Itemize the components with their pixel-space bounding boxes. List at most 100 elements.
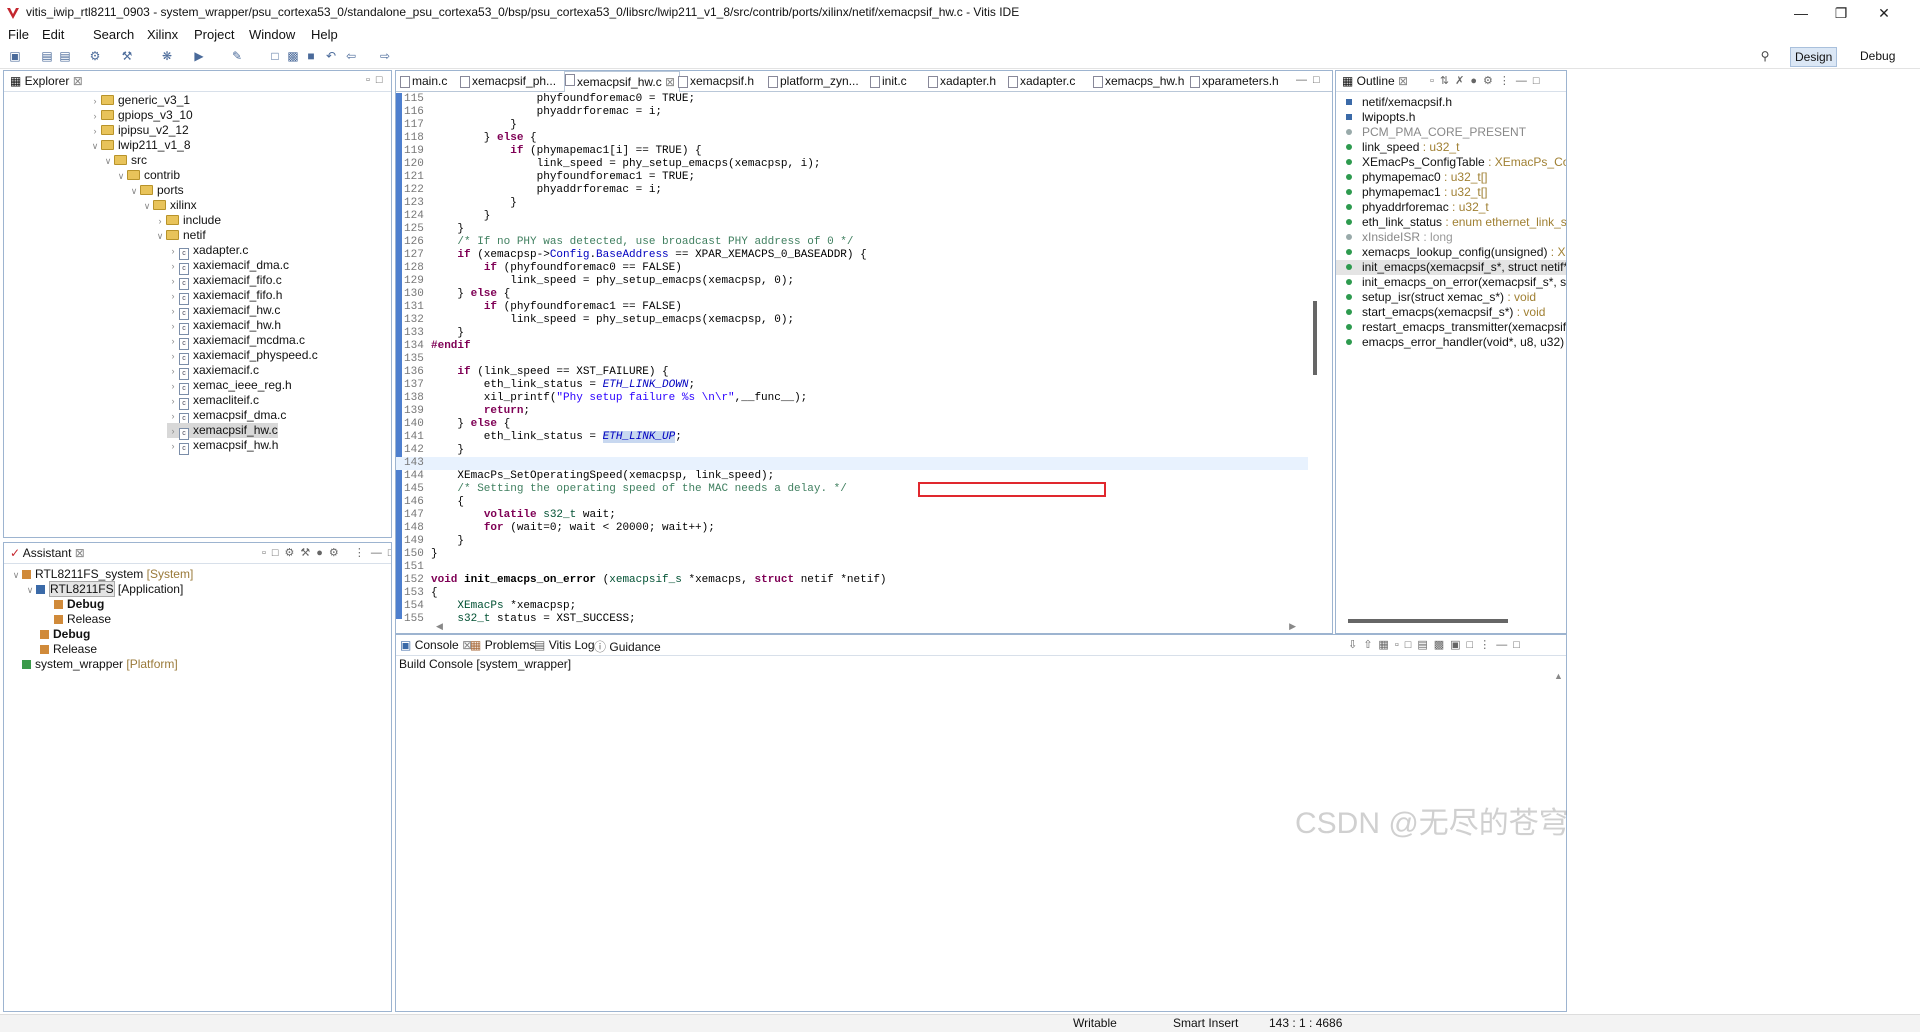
explorer-item[interactable]: ∨ contrib (115, 168, 180, 183)
expand-arrow-icon[interactable]: › (167, 349, 179, 364)
assistant-tab[interactable]: ✓ Assistant ⊠ (10, 546, 85, 560)
editor-tab[interactable]: xadapter.h (928, 74, 996, 88)
expand-arrow-icon[interactable]: ∨ (89, 139, 101, 154)
explorer-item[interactable]: › c xaxiemacif_hw.c (167, 303, 280, 320)
expand-arrow-icon[interactable]: ∨ (24, 583, 36, 598)
expand-arrow-icon[interactable]: › (167, 319, 179, 334)
expand-arrow-icon[interactable]: ∨ (141, 199, 153, 214)
console-scroll-up[interactable]: ▲ (1554, 671, 1563, 681)
explorer-item[interactable]: ∨ src (102, 153, 147, 168)
run-icon[interactable]: ▶ (192, 49, 206, 63)
explorer-item[interactable]: ∨ netif (154, 228, 206, 243)
close-tab-icon[interactable]: ⊠ (662, 75, 675, 89)
assistant-item[interactable]: Debug (42, 597, 104, 612)
editor-view-controls[interactable]: —□ (1296, 74, 1326, 86)
editor-tab[interactable]: main.c (400, 74, 447, 88)
new-icon[interactable]: ▣ (8, 49, 22, 63)
expand-arrow-icon[interactable]: › (154, 214, 166, 229)
menu-project[interactable]: Project (194, 27, 234, 42)
expand-arrow-icon[interactable]: ∨ (102, 154, 114, 169)
expand-arrow-icon[interactable]: › (167, 379, 179, 394)
outline-item[interactable]: init_emacps_on_error(xemacpsif_s*, struc (1336, 275, 1566, 290)
expand-arrow-icon[interactable]: ∨ (128, 184, 140, 199)
expand-arrow-icon[interactable]: › (167, 274, 179, 289)
outline-item[interactable]: setup_isr(struct xemac_s*) : void (1336, 290, 1566, 305)
search-icon[interactable]: ⚲ (1758, 49, 1772, 63)
expand-arrow-icon[interactable]: › (167, 244, 179, 259)
editor-tab[interactable]: xadapter.c (1008, 74, 1075, 88)
expand-arrow-icon[interactable]: ∨ (154, 229, 166, 244)
assistant-item[interactable]: ∨ RTL8211FS_system [System] (10, 567, 194, 583)
build-icon[interactable]: ⚒ (120, 49, 134, 63)
outline-item[interactable]: init_emacps(xemacpsif_s*, struct netif*)… (1336, 260, 1566, 275)
outline-item[interactable]: link_speed : u32_t (1336, 140, 1566, 155)
expand-arrow-icon[interactable]: › (167, 334, 179, 349)
layout-icon[interactable]: □ (268, 49, 282, 63)
expand-arrow-icon[interactable]: › (167, 424, 179, 439)
tab-guidance[interactable]: ⓘ Guidance (594, 638, 661, 655)
design-perspective-button[interactable]: Design (1790, 47, 1838, 67)
tab-vitis-log[interactable]: ▤ Vitis Log (534, 638, 595, 652)
explorer-item[interactable]: › c xadapter.c (167, 243, 248, 260)
debug-perspective-button[interactable]: Debug (1856, 47, 1899, 65)
outline-item[interactable]: restart_emacps_transmitter(xemacpsif_s* (1336, 320, 1566, 335)
save-icon[interactable]: ▤ (40, 49, 54, 63)
outline-item[interactable]: phyaddrforemac : u32_t (1336, 200, 1566, 215)
outline-view-controls[interactable]: ▫⇅✗●⚙⋮—□ (1430, 74, 1545, 87)
menu-search[interactable]: Search (93, 27, 134, 42)
terminal-icon[interactable]: ▩ (286, 49, 300, 63)
tools-icon[interactable]: ✎ (230, 49, 244, 63)
outline-item[interactable]: emacps_error_handler(void*, u8, u32) : v… (1336, 335, 1566, 350)
outline-item[interactable]: lwipopts.h (1336, 110, 1566, 125)
outline-item[interactable]: PCM_PMA_CORE_PRESENT (1336, 125, 1566, 140)
explorer-item[interactable]: › c xemacpsif_dma.c (167, 408, 286, 425)
editor-scrollbar[interactable] (1313, 301, 1317, 375)
assistant-item[interactable]: Release (42, 612, 111, 627)
explorer-item[interactable]: › c xemacpsif_hw.c (167, 423, 278, 440)
explorer-item[interactable]: › c xaxiemacif_mcdma.c (167, 333, 305, 350)
expand-arrow-icon[interactable]: › (167, 289, 179, 304)
menu-file[interactable]: File (8, 27, 29, 42)
assistant-item[interactable]: ∨ RTL8211FS [Application] (24, 581, 183, 598)
explorer-item[interactable]: › c xaxiemacif_physpeed.c (167, 348, 318, 365)
expand-arrow-icon[interactable]: › (167, 394, 179, 409)
editor-tab[interactable]: init.c (870, 74, 907, 88)
expand-arrow-icon[interactable]: › (167, 364, 179, 379)
forward-nav-icon[interactable]: ⇨ (378, 49, 392, 63)
editor-tab[interactable]: xparameters.h (1190, 74, 1279, 88)
expand-arrow-icon[interactable]: › (89, 124, 101, 139)
outline-hscroll[interactable] (1348, 619, 1508, 623)
close-button[interactable]: ✕ (1864, 2, 1904, 24)
expand-arrow-icon[interactable]: › (167, 304, 179, 319)
explorer-item[interactable]: › c xemacpsif_hw.h (167, 438, 278, 455)
explorer-item[interactable]: ∨ xilinx (141, 198, 197, 213)
explorer-item[interactable]: › c xaxiemacif_fifo.h (167, 288, 282, 305)
tab-console[interactable]: ▣ Console ⊠ (400, 638, 472, 652)
screen-icon[interactable]: ■ (304, 49, 318, 63)
outline-item[interactable]: XEmacPs_ConfigTable : XEmacPs_Config[] (1336, 155, 1566, 170)
back-nav-icon[interactable]: ⇦ (344, 49, 358, 63)
explorer-item[interactable]: › c xaxiemacif.c (167, 363, 259, 380)
debug-icon[interactable]: ❋ (160, 49, 174, 63)
expand-arrow-icon[interactable]: › (167, 259, 179, 274)
maximize-button[interactable]: ❐ (1821, 2, 1861, 24)
menu-xilinx[interactable]: Xilinx (147, 27, 178, 42)
explorer-tab[interactable]: ▦ Explorer ⊠ (10, 74, 83, 88)
explorer-view-controls[interactable]: ▫□ (366, 74, 389, 86)
explorer-item[interactable]: › generic_v3_1 (89, 93, 191, 108)
editor-tab[interactable]: xemacpsif.h (678, 74, 754, 88)
explorer-item[interactable]: › c xaxiemacif_dma.c (167, 258, 289, 275)
outline-item[interactable]: phymapemac0 : u32_t[] (1336, 170, 1566, 185)
menu-window[interactable]: Window (249, 27, 295, 42)
editor-tab[interactable]: xemacps_hw.h (1093, 74, 1184, 88)
expand-arrow-icon[interactable]: › (89, 109, 101, 124)
editor-tab[interactable]: xemacpsif_hw.c ⊠ (564, 71, 681, 92)
outline-item[interactable]: phymapemac1 : u32_t[] (1336, 185, 1566, 200)
outline-item[interactable]: xInsideISR : long (1336, 230, 1566, 245)
back-icon[interactable]: ↶ (324, 49, 338, 63)
explorer-item[interactable]: › c xaxiemacif_hw.h (167, 318, 281, 335)
outline-item[interactable]: netif/xemacpsif.h (1336, 95, 1566, 110)
expand-arrow-icon[interactable]: ∨ (10, 568, 22, 583)
expand-arrow-icon[interactable]: › (167, 409, 179, 424)
tab-problems[interactable]: ▦ Problems (470, 638, 535, 652)
